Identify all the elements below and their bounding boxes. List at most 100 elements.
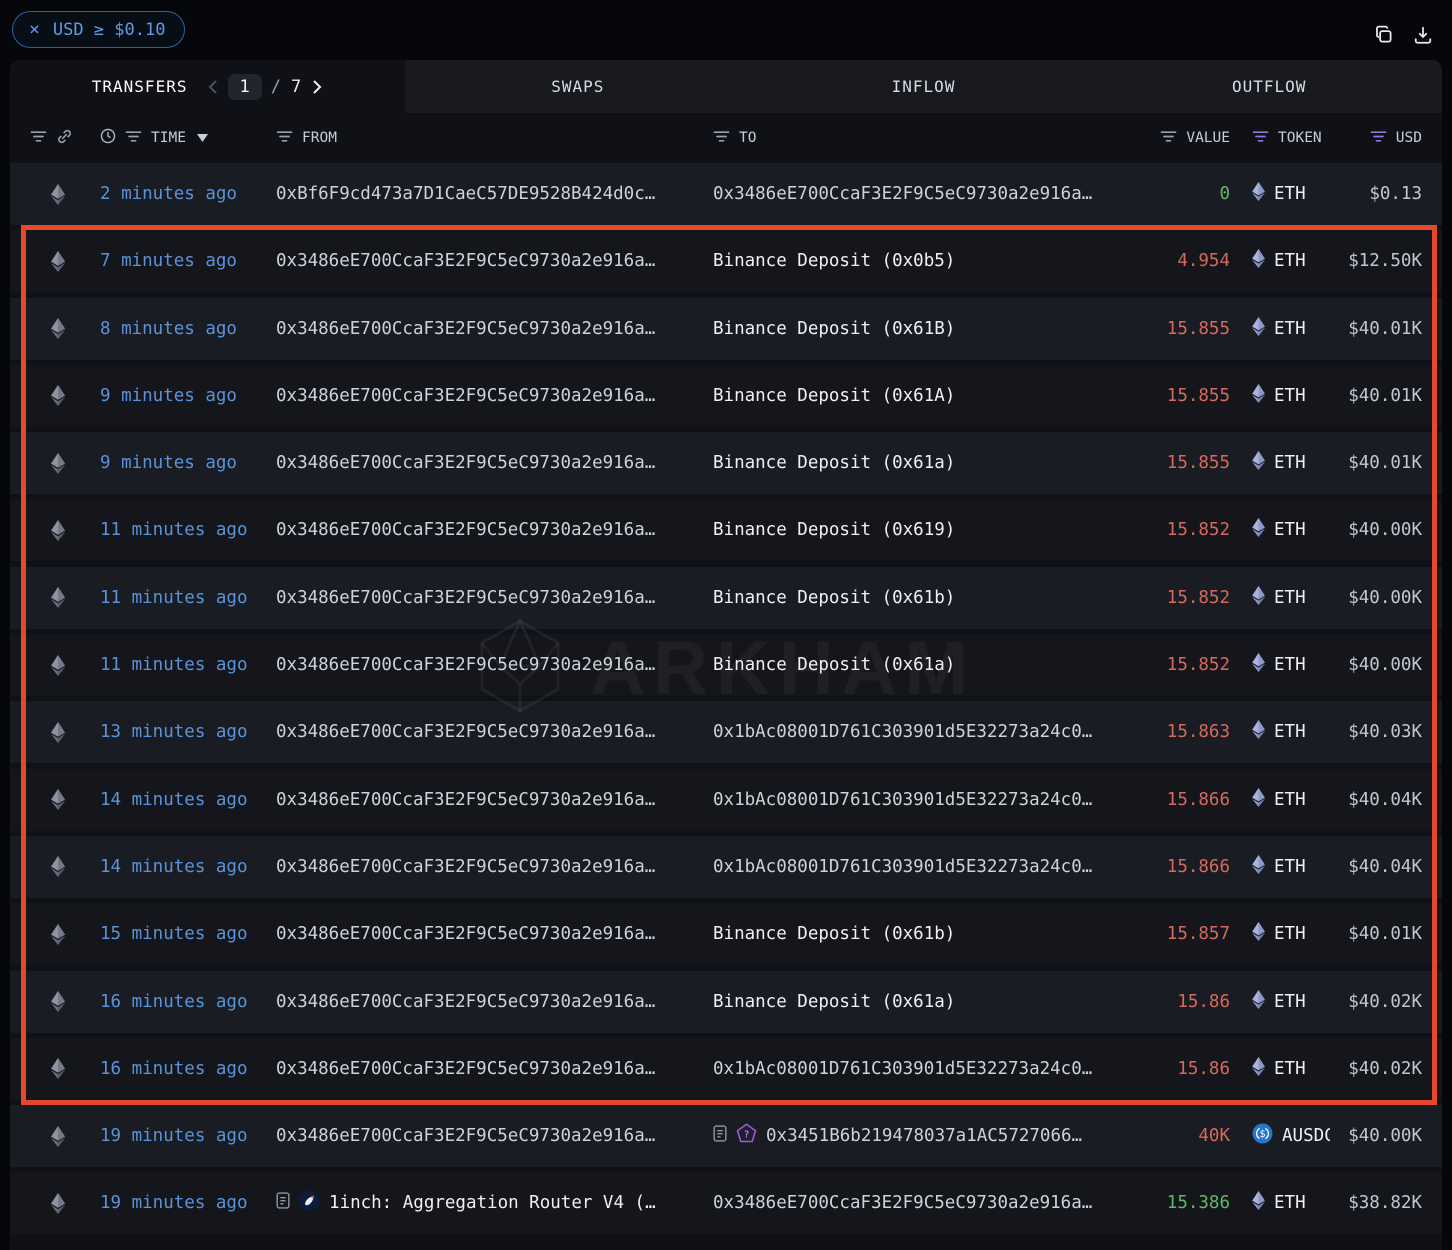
to-address[interactable]: Binance Deposit (0x61B)	[713, 319, 1140, 339]
token-cell[interactable]: ETH	[1230, 720, 1330, 744]
table-row[interactable]: 15 minutes ago0x3486eE700CcaF3E2F9C5eC97…	[10, 903, 1442, 965]
from-address[interactable]: 1inch: Aggregation Router V4 (…	[276, 1190, 713, 1216]
filter-icon[interactable]	[1160, 130, 1177, 147]
table-row[interactable]: 16 minutes ago0x3486eE700CcaF3E2F9C5eC97…	[10, 971, 1442, 1033]
from-address[interactable]: 0x3486eE700CcaF3E2F9C5eC9730a2e916a…	[276, 655, 713, 675]
token-cell[interactable]: ETH	[1230, 653, 1330, 677]
filter-icon[interactable]	[125, 130, 142, 147]
tab-transfers[interactable]: TRANSFERS 1 / 7	[10, 60, 405, 113]
from-address[interactable]: 0x3486eE700CcaF3E2F9C5eC9730a2e916a…	[276, 924, 713, 944]
table-row[interactable]: 2 minutes ago0xBf6F9cd473a7D1CaeC57DE952…	[10, 163, 1442, 225]
table-row[interactable]: 9 minutes ago0x3486eE700CcaF3E2F9C5eC973…	[10, 432, 1442, 494]
table-row[interactable]: 14 minutes ago0x3486eE700CcaF3E2F9C5eC97…	[10, 769, 1442, 831]
table-row[interactable]: 8 minutes ago0x3486eE700CcaF3E2F9C5eC973…	[10, 298, 1442, 360]
token-cell[interactable]: $AUSDC	[1230, 1123, 1330, 1149]
page-prev-icon[interactable]	[207, 79, 219, 95]
from-address[interactable]: 0x3486eE700CcaF3E2F9C5eC9730a2e916a…	[276, 790, 713, 810]
from-address[interactable]: 0x3486eE700CcaF3E2F9C5eC9730a2e916a…	[276, 1126, 713, 1146]
transaction-time-link[interactable]: 14 minutes ago	[86, 790, 276, 810]
to-address[interactable]: 0x3486eE700CcaF3E2F9C5eC9730a2e916a…	[713, 1193, 1140, 1213]
from-address[interactable]: 0x3486eE700CcaF3E2F9C5eC9730a2e916a…	[276, 1059, 713, 1079]
column-header-to[interactable]: TO	[713, 130, 1140, 147]
from-address[interactable]: 0x3486eE700CcaF3E2F9C5eC9730a2e916a…	[276, 722, 713, 742]
to-address[interactable]: Binance Deposit (0x61b)	[713, 588, 1140, 608]
token-cell[interactable]: ETH	[1230, 855, 1330, 879]
token-cell[interactable]: ETH	[1230, 182, 1330, 206]
download-icon[interactable]	[1412, 24, 1434, 50]
to-address[interactable]: Binance Deposit (0x619)	[713, 520, 1140, 540]
table-row[interactable]: 19 minutes ago1inch: Aggregation Router …	[10, 1172, 1442, 1234]
token-cell[interactable]: ETH	[1230, 1057, 1330, 1081]
to-address[interactable]: 0x1bAc08001D761C303901d5E32273a24c0…	[713, 1059, 1140, 1079]
token-cell[interactable]: ETH	[1230, 249, 1330, 273]
from-address[interactable]: 0xBf6F9cd473a7D1CaeC57DE9528B424d0c…	[276, 184, 713, 204]
table-row[interactable]: 11 minutes ago0x3486eE700CcaF3E2F9C5eC97…	[10, 567, 1442, 629]
page-current[interactable]: 1	[228, 74, 261, 100]
transaction-time-link[interactable]: 9 minutes ago	[86, 453, 276, 473]
transaction-time-link[interactable]: 2 minutes ago	[86, 184, 276, 204]
to-address[interactable]: Binance Deposit (0x61A)	[713, 386, 1140, 406]
from-address[interactable]: 0x3486eE700CcaF3E2F9C5eC9730a2e916a…	[276, 453, 713, 473]
table-row[interactable]: 11 minutes ago0x3486eE700CcaF3E2F9C5eC97…	[10, 634, 1442, 696]
table-row[interactable]: 16 minutes ago0x3486eE700CcaF3E2F9C5eC97…	[10, 1038, 1442, 1100]
table-row[interactable]: 9 minutes ago0x3486eE700CcaF3E2F9C5eC973…	[10, 365, 1442, 427]
copy-icon[interactable]	[1373, 24, 1395, 50]
transaction-time-link[interactable]: 16 minutes ago	[86, 1059, 276, 1079]
token-cell[interactable]: ETH	[1230, 922, 1330, 946]
from-address[interactable]: 0x3486eE700CcaF3E2F9C5eC9730a2e916a…	[276, 386, 713, 406]
filter-icon[interactable]	[30, 130, 47, 147]
table-row[interactable]: 7 minutes ago0x3486eE700CcaF3E2F9C5eC973…	[10, 230, 1442, 292]
from-address[interactable]: 0x3486eE700CcaF3E2F9C5eC9730a2e916a…	[276, 520, 713, 540]
token-cell[interactable]: ETH	[1230, 317, 1330, 341]
from-address[interactable]: 0x3486eE700CcaF3E2F9C5eC9730a2e916a…	[276, 992, 713, 1012]
token-cell[interactable]: ETH	[1230, 518, 1330, 542]
transaction-time-link[interactable]: 11 minutes ago	[86, 588, 276, 608]
to-address[interactable]: 0x1bAc08001D761C303901d5E32273a24c0…	[713, 857, 1140, 877]
table-row[interactable]: 11 minutes ago0x3486eE700CcaF3E2F9C5eC97…	[10, 499, 1442, 561]
transaction-time-link[interactable]: 16 minutes ago	[86, 992, 276, 1012]
transaction-time-link[interactable]: 14 minutes ago	[86, 857, 276, 877]
remove-filter-icon[interactable]: ×	[29, 21, 40, 39]
to-address[interactable]: Binance Deposit (0x61a)	[713, 992, 1140, 1012]
column-header-value[interactable]: VALUE	[1140, 130, 1230, 147]
table-row[interactable]: 14 minutes ago0x3486eE700CcaF3E2F9C5eC97…	[10, 836, 1442, 898]
transaction-time-link[interactable]: 15 minutes ago	[86, 924, 276, 944]
from-address[interactable]: 0x3486eE700CcaF3E2F9C5eC9730a2e916a…	[276, 319, 713, 339]
tab-outflow[interactable]: OUTFLOW	[1096, 60, 1442, 113]
column-header-from[interactable]: FROM	[276, 130, 713, 147]
to-address[interactable]: Binance Deposit (0x61a)	[713, 453, 1140, 473]
to-address[interactable]: ?0x3451B6b219478037a1AC5727066…	[713, 1123, 1140, 1149]
token-cell[interactable]: ETH	[1230, 788, 1330, 812]
usd-filter-chip[interactable]: × USD ≥ $0.10	[12, 11, 185, 48]
transaction-time-link[interactable]: 11 minutes ago	[86, 655, 276, 675]
token-cell[interactable]: ETH	[1230, 384, 1330, 408]
filter-icon[interactable]	[276, 130, 293, 147]
column-header-usd[interactable]: USD	[1330, 130, 1422, 147]
transaction-time-link[interactable]: 13 minutes ago	[86, 722, 276, 742]
token-cell[interactable]: ETH	[1230, 1191, 1330, 1215]
to-address[interactable]: Binance Deposit (0x61a)	[713, 655, 1140, 675]
transaction-time-link[interactable]: 19 minutes ago	[86, 1126, 276, 1146]
tab-inflow[interactable]: INFLOW	[751, 60, 1097, 113]
transaction-time-link[interactable]: 7 minutes ago	[86, 251, 276, 271]
sort-desc-icon[interactable]	[197, 134, 208, 142]
tab-swaps[interactable]: SWAPS	[405, 60, 751, 113]
transaction-time-link[interactable]: 11 minutes ago	[86, 520, 276, 540]
page-next-icon[interactable]	[311, 79, 323, 95]
transaction-time-link[interactable]: 9 minutes ago	[86, 386, 276, 406]
filter-icon-active[interactable]	[1370, 130, 1387, 147]
to-address[interactable]: 0x1bAc08001D761C303901d5E32273a24c0…	[713, 722, 1140, 742]
filter-icon-active[interactable]	[1252, 130, 1269, 147]
to-address[interactable]: Binance Deposit (0x61b)	[713, 924, 1140, 944]
token-cell[interactable]: ETH	[1230, 451, 1330, 475]
token-cell[interactable]: ETH	[1230, 586, 1330, 610]
filter-icon[interactable]	[713, 130, 730, 147]
link-icon[interactable]	[56, 128, 73, 149]
token-cell[interactable]: ETH	[1230, 990, 1330, 1014]
from-address[interactable]: 0x3486eE700CcaF3E2F9C5eC9730a2e916a…	[276, 857, 713, 877]
from-address[interactable]: 0x3486eE700CcaF3E2F9C5eC9730a2e916a…	[276, 251, 713, 271]
transaction-time-link[interactable]: 19 minutes ago	[86, 1193, 276, 1213]
to-address[interactable]: 0x3486eE700CcaF3E2F9C5eC9730a2e916a…	[713, 184, 1140, 204]
to-address[interactable]: Binance Deposit (0x0b5)	[713, 251, 1140, 271]
column-header-token[interactable]: TOKEN	[1230, 130, 1330, 147]
